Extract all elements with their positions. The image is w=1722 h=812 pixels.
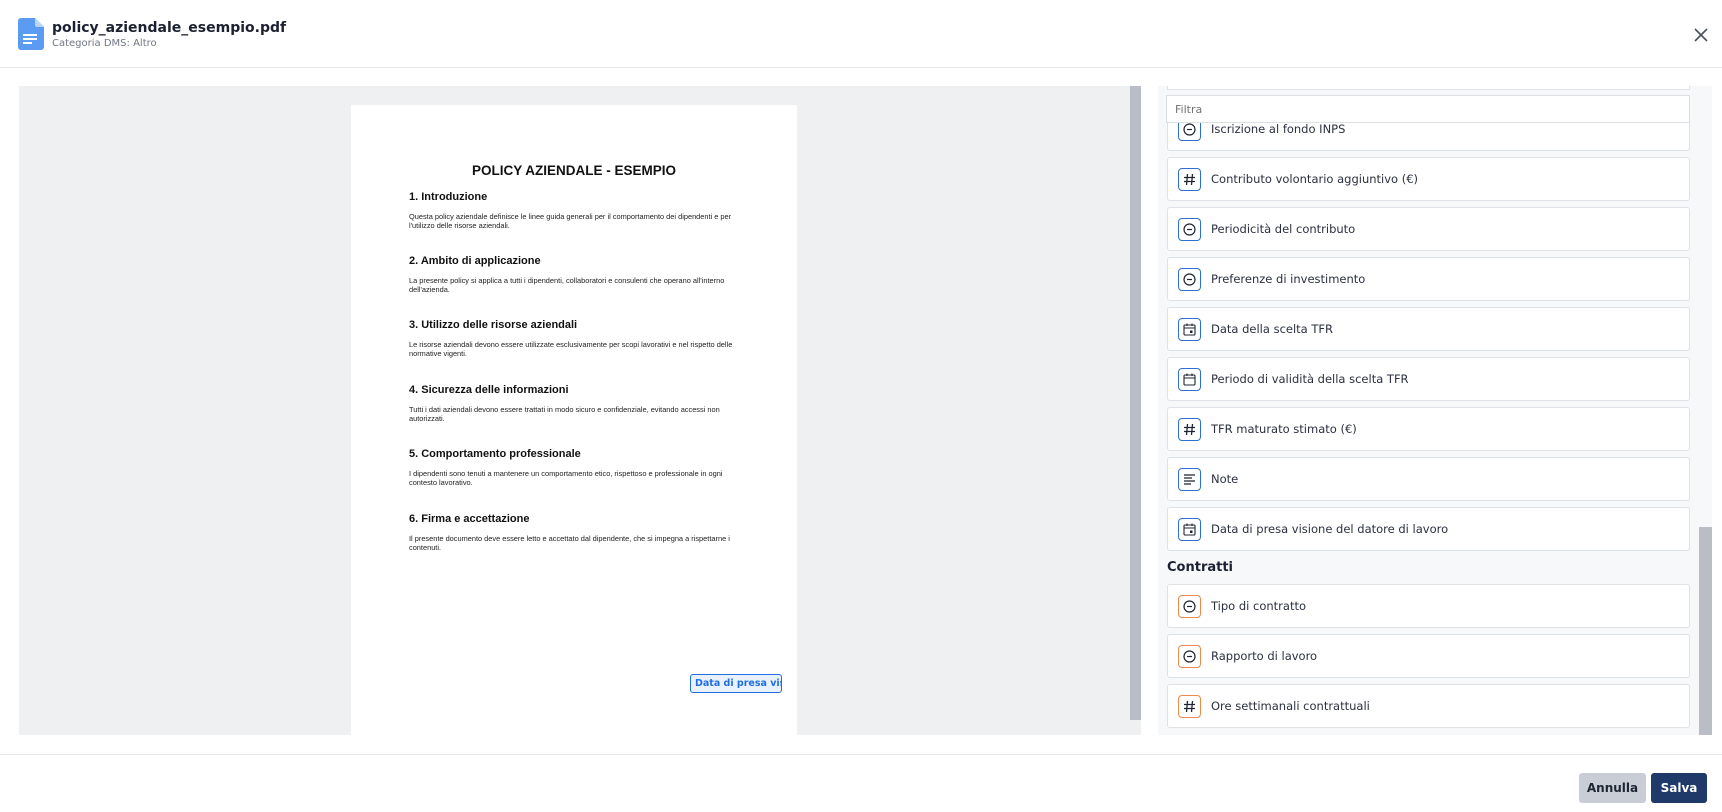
hash-icon bbox=[1178, 695, 1201, 718]
pdf-page: POLICY AZIENDALE - ESEMPIO 1. Introduzio… bbox=[351, 105, 797, 735]
section-body: La presente policy si applica a tutti i … bbox=[409, 276, 725, 294]
field-item[interactable]: Preferenze di investimento bbox=[1167, 257, 1690, 301]
field-item[interactable]: Rapporto di lavoro bbox=[1167, 634, 1690, 678]
field-item[interactable]: Contributo volontario aggiuntivo (€) bbox=[1167, 157, 1690, 201]
list-item-partial bbox=[1167, 86, 1690, 90]
close-icon bbox=[1694, 28, 1708, 42]
field-label: Contributo volontario aggiuntivo (€) bbox=[1211, 172, 1419, 186]
section-heading: 1. Introduzione bbox=[409, 191, 488, 203]
save-button[interactable]: Salva bbox=[1651, 773, 1707, 803]
document-viewer[interactable]: POLICY AZIENDALE - ESEMPIO 1. Introduzio… bbox=[19, 86, 1141, 735]
field-label: Note bbox=[1211, 472, 1239, 486]
calendar-day-icon bbox=[1178, 318, 1201, 341]
field-label: Iscrizione al fondo INPS bbox=[1211, 122, 1346, 136]
field-item[interactable]: Tipo di contratto bbox=[1167, 584, 1690, 628]
field-label: Periodicità del contributo bbox=[1211, 222, 1356, 236]
text-lines-icon bbox=[1178, 468, 1201, 491]
section-body: Il presente documento deve essere letto … bbox=[409, 534, 730, 552]
field-label: Rapporto di lavoro bbox=[1211, 649, 1318, 663]
field-label: Preferenze di investimento bbox=[1211, 272, 1366, 286]
calendar-icon bbox=[1178, 368, 1201, 391]
panel-scrollbar[interactable] bbox=[1699, 527, 1712, 735]
document-file-icon bbox=[18, 18, 44, 50]
viewer-scrollbar[interactable] bbox=[1130, 86, 1141, 720]
modal-header: policy_aziendale_esempio.pdf Categoria D… bbox=[0, 0, 1722, 68]
group-title-contratti: Contratti bbox=[1167, 560, 1234, 575]
field-item[interactable]: Data di presa visione del datore di lavo… bbox=[1167, 507, 1690, 551]
field-item[interactable]: Periodo di validità della scelta TFR bbox=[1167, 357, 1690, 401]
section-heading: 2. Ambito di applicazione bbox=[409, 255, 541, 267]
document-section: 1. Introduzione Questa policy aziendale … bbox=[409, 191, 739, 230]
hash-icon bbox=[1178, 168, 1201, 191]
field-item[interactable]: Periodicità del contributo bbox=[1167, 207, 1690, 251]
file-category: Categoria DMS: Altro bbox=[52, 38, 157, 49]
calendar-day-icon bbox=[1178, 518, 1201, 541]
field-item[interactable]: Data della scelta TFR bbox=[1167, 307, 1690, 351]
field-item[interactable]: Note bbox=[1167, 457, 1690, 501]
file-name-title: policy_aziendale_esempio.pdf bbox=[52, 20, 287, 36]
field-label: Data di presa visione del datore di lavo… bbox=[1211, 522, 1449, 536]
section-body: Questa policy aziendale definisce le lin… bbox=[409, 212, 732, 230]
document-title: POLICY AZIENDALE - ESEMPIO bbox=[471, 163, 677, 178]
select-circle-icon bbox=[1178, 218, 1201, 241]
field-label: Tipo di contratto bbox=[1211, 599, 1306, 613]
select-circle-icon bbox=[1178, 268, 1201, 291]
section-body: Le risorse aziendali devono essere utili… bbox=[409, 340, 733, 358]
document-section: 4. Sicurezza delle informazioni Tutti i … bbox=[409, 384, 739, 423]
field-label: Periodo di validità della scelta TFR bbox=[1211, 372, 1409, 386]
document-section: 5. Comportamento professionale I dipende… bbox=[409, 448, 739, 487]
section-body: Tutti i dati aziendali devono essere tra… bbox=[409, 405, 720, 423]
modal-footer bbox=[0, 754, 1722, 812]
select-circle-icon bbox=[1178, 595, 1201, 618]
cancel-button[interactable]: Annulla bbox=[1579, 773, 1646, 803]
field-label: TFR maturato stimato (€) bbox=[1211, 422, 1357, 436]
section-heading: 3. Utilizzo delle risorse aziendali bbox=[409, 319, 578, 331]
field-label: Data della scelta TFR bbox=[1211, 322, 1334, 336]
field-label: Ore settimanali contrattuali bbox=[1211, 699, 1370, 713]
select-circle-icon bbox=[1178, 645, 1201, 668]
document-section: 6. Firma e accettazione Il presente docu… bbox=[409, 513, 739, 552]
document-section: 3. Utilizzo delle risorse aziendali Le r… bbox=[409, 319, 739, 358]
placed-field-tag[interactable]: Data di presa vis... bbox=[690, 674, 782, 693]
filter-input[interactable] bbox=[1166, 95, 1690, 123]
document-section: 2. Ambito di applicazione La presente po… bbox=[409, 255, 739, 294]
close-button[interactable] bbox=[1690, 24, 1712, 46]
section-body: I dipendenti sono tenuti a mantenere un … bbox=[409, 469, 723, 487]
field-item[interactable]: TFR maturato stimato (€) bbox=[1167, 407, 1690, 451]
section-heading: 4. Sicurezza delle informazioni bbox=[409, 384, 569, 396]
field-item[interactable]: Ore settimanali contrattuali bbox=[1167, 684, 1690, 728]
section-heading: 5. Comportamento professionale bbox=[409, 448, 581, 460]
section-heading: 6. Firma e accettazione bbox=[409, 513, 530, 525]
hash-icon bbox=[1178, 418, 1201, 441]
